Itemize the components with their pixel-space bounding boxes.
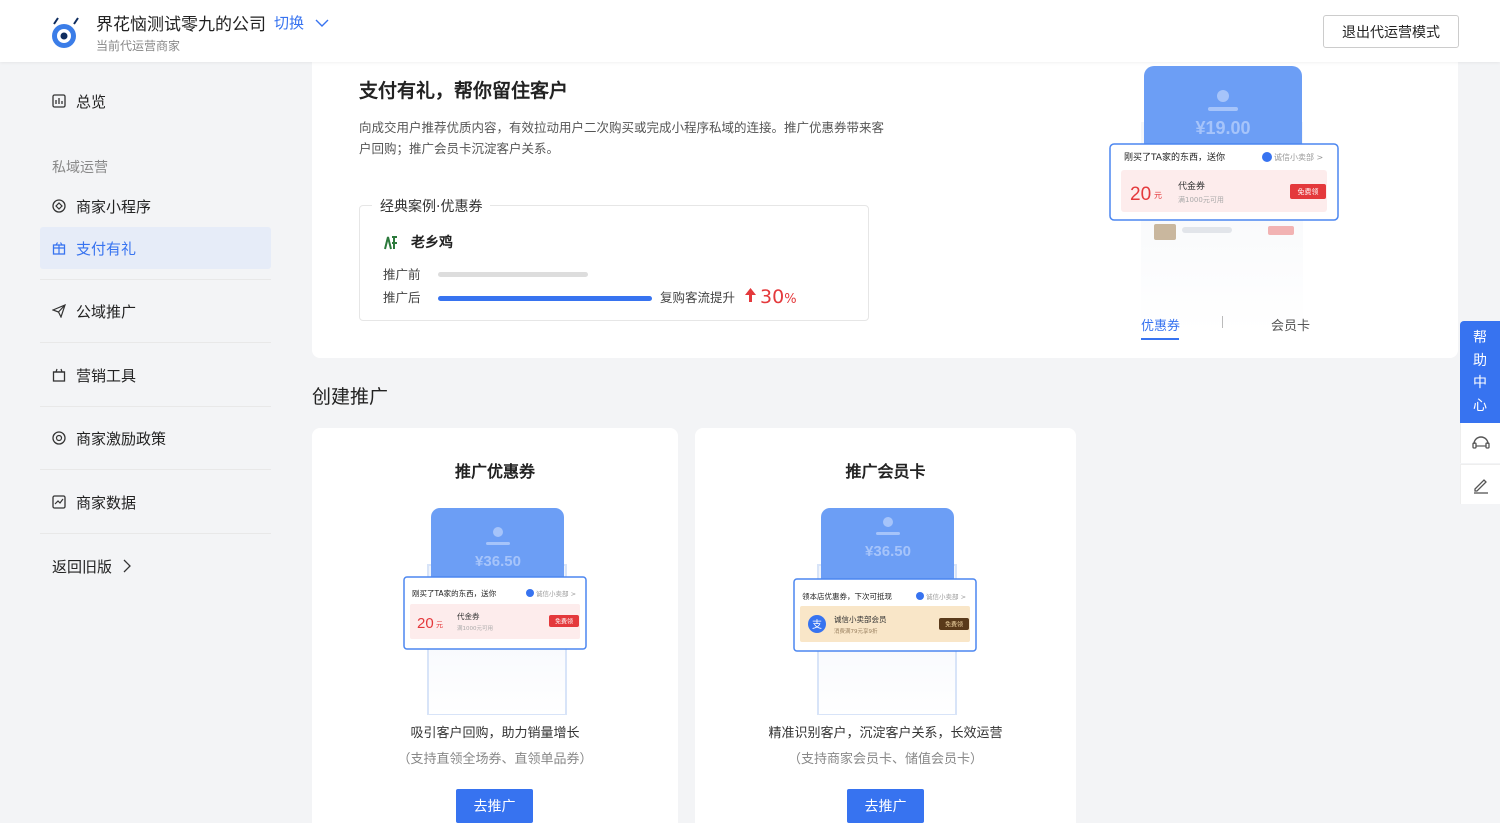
mini-program-icon	[52, 199, 66, 213]
top-bar: 界花恼测试零九的公司 切换 当前代运营商家 退出代运营模式	[0, 0, 1500, 62]
section-title: 创建推广	[312, 386, 389, 408]
exit-operator-mode-button[interactable]: 退出代运营模式	[1323, 15, 1459, 48]
back-to-old-version-link[interactable]: 返回旧版	[40, 545, 271, 587]
svg-text:诚信小卖部 >: 诚信小卖部 >	[536, 589, 576, 598]
sidebar-group-label: 私域运营	[52, 160, 108, 176]
promo-card-desc: 吸引客户回购，助力销量增长	[410, 726, 580, 741]
svg-text:诚信小卖部 >: 诚信小卖部 >	[926, 592, 966, 601]
after-bar	[438, 296, 652, 301]
hero-description: 向成交用户推荐优质内容，有效拉动用户二次购买或完成小程序私域的连接。推广优惠券带…	[359, 120, 885, 156]
paper-plane-icon	[52, 304, 66, 318]
member-preview-phone: ¥36.50 领本店优惠券，下次可抵现 诚信小卖部 > 支 诚信小卖部会员 消费…	[793, 508, 977, 715]
svg-text:¥36.50: ¥36.50	[865, 543, 911, 560]
promo-card-title: 推广会员卡	[845, 462, 926, 481]
svg-text:刚买了TA家的东西，送你: 刚买了TA家的东西，送你	[412, 588, 497, 598]
sidebar-item-label: 支付有礼	[76, 239, 137, 258]
brand-logo-icon	[384, 236, 397, 250]
sidebar-item-mini-program[interactable]: 商家小程序	[40, 185, 271, 227]
sidebar-divider	[40, 533, 271, 534]
help-center-label: 帮助中心	[1473, 330, 1487, 414]
switch-company-link[interactable]: 切换	[274, 12, 329, 33]
svg-text:¥36.50: ¥36.50	[475, 553, 521, 570]
tab-active-underline	[1141, 338, 1179, 340]
svg-text:20: 20	[417, 615, 434, 632]
svg-text:诚信小卖部 >: 诚信小卖部 >	[1274, 152, 1323, 162]
promo-card-title: 推广优惠券	[454, 462, 535, 481]
feedback-button[interactable]	[1460, 464, 1500, 504]
svg-text:免费领: 免费领	[945, 621, 963, 629]
edit-icon	[1473, 478, 1488, 494]
sidebar-item-merchant-data[interactable]: 商家数据	[40, 481, 271, 523]
company-logo-icon	[52, 17, 79, 48]
svg-text:消费满79元享9折: 消费满79元享9折	[834, 627, 878, 635]
customer-service-button[interactable]	[1460, 423, 1500, 463]
gift-box-icon	[52, 368, 66, 382]
sidebar-item-label: 总览	[76, 92, 107, 111]
coupon-preview-phone: ¥36.50 刚买了TA家的东西，送你 诚信小卖部 > 20 元 代金券 满10…	[403, 508, 587, 715]
case-brand: 老乡鸡	[383, 232, 453, 252]
case-title: 经典案例·优惠券	[372, 196, 491, 216]
svg-text:免费领: 免费领	[555, 618, 573, 626]
promote-coupon-button[interactable]: 去推广	[456, 789, 533, 823]
back-old-label: 返回旧版	[52, 557, 113, 576]
tab-coupon[interactable]: 优惠券	[1141, 315, 1180, 334]
headset-icon	[1471, 436, 1490, 449]
arrow-up-icon	[745, 288, 756, 302]
svg-text:诚信小卖部会员: 诚信小卖部会员	[834, 614, 887, 624]
svg-text:元: 元	[1154, 191, 1162, 200]
svg-text:刚买了TA家的东西，送你: 刚买了TA家的东西，送你	[1124, 151, 1225, 163]
svg-text:满1000元可用: 满1000元可用	[457, 624, 493, 632]
sidebar-divider	[40, 342, 271, 343]
promo-card-sub: （支持商家会员卡、储值会员卡）	[787, 752, 983, 767]
sidebar-item-label: 营销工具	[76, 366, 137, 385]
operator-subtitle: 当前代运营商家	[96, 39, 181, 53]
dashboard-icon	[52, 94, 66, 108]
tab-separator	[1222, 316, 1223, 328]
chevron-right-icon	[123, 559, 131, 573]
svg-text:20: 20	[1130, 184, 1151, 205]
sidebar-divider	[40, 406, 271, 407]
incentive-icon	[52, 431, 66, 445]
sidebar-item-label: 商家小程序	[76, 197, 152, 216]
company-name: 界花恼测试零九的公司	[96, 15, 266, 35]
tab-member-card[interactable]: 会员卡	[1271, 315, 1310, 334]
hero-title: 支付有礼，帮你留住客户	[359, 80, 569, 102]
promote-member-card-button[interactable]: 去推广	[847, 789, 924, 823]
sidebar-item-public-promotion[interactable]: 公域推广	[40, 290, 271, 332]
chevron-down-icon	[315, 19, 329, 27]
svg-text:代金券: 代金券	[457, 611, 480, 621]
lift-value: 30%	[760, 286, 797, 308]
brand-name: 老乡鸡	[411, 235, 453, 251]
switch-label: 切换	[274, 14, 305, 32]
svg-text:领本店优惠券，下次可抵现: 领本店优惠券，下次可抵现	[802, 591, 892, 601]
promo-card-desc: 精准识别客户，沉淀客户关系，长效运营	[768, 726, 1003, 741]
sidebar-item-overview[interactable]: 总览	[40, 80, 271, 122]
svg-text:元: 元	[436, 621, 443, 629]
sidebar-item-label: 公域推广	[76, 302, 137, 321]
sidebar-divider	[40, 279, 271, 280]
sidebar-divider	[40, 469, 271, 470]
lift-text: 复购客流提升	[660, 290, 736, 305]
sidebar-item-label: 商家数据	[76, 493, 137, 512]
svg-text:免费领: 免费领	[1298, 187, 1319, 196]
sidebar-item-payment-gift[interactable]: 支付有礼	[40, 227, 271, 269]
promo-card-sub: （支持直领全场券、直领单品券）	[397, 752, 593, 767]
sidebar-item-marketing-tools[interactable]: 营销工具	[40, 354, 271, 396]
before-label: 推广前	[383, 267, 421, 282]
svg-text:代金券: 代金券	[1178, 180, 1205, 192]
sidebar-item-label: 商家激励政策	[76, 429, 167, 448]
help-center-button[interactable]: 帮助中心	[1460, 321, 1500, 423]
chart-icon	[52, 495, 66, 509]
before-bar	[438, 272, 588, 277]
hero-preview-phone: ¥19.00 刚买了TA家的东西，送你 诚信小卖部 > 20 元 代金券 满10…	[1109, 66, 1339, 332]
svg-text:支: 支	[812, 619, 822, 631]
svg-text:¥19.00: ¥19.00	[1195, 118, 1250, 138]
sidebar-item-incentive-policy[interactable]: 商家激励政策	[40, 417, 271, 459]
after-label: 推广后	[383, 290, 421, 305]
svg-text:满1000元可用: 满1000元可用	[1178, 195, 1224, 204]
gift-icon	[52, 242, 66, 255]
